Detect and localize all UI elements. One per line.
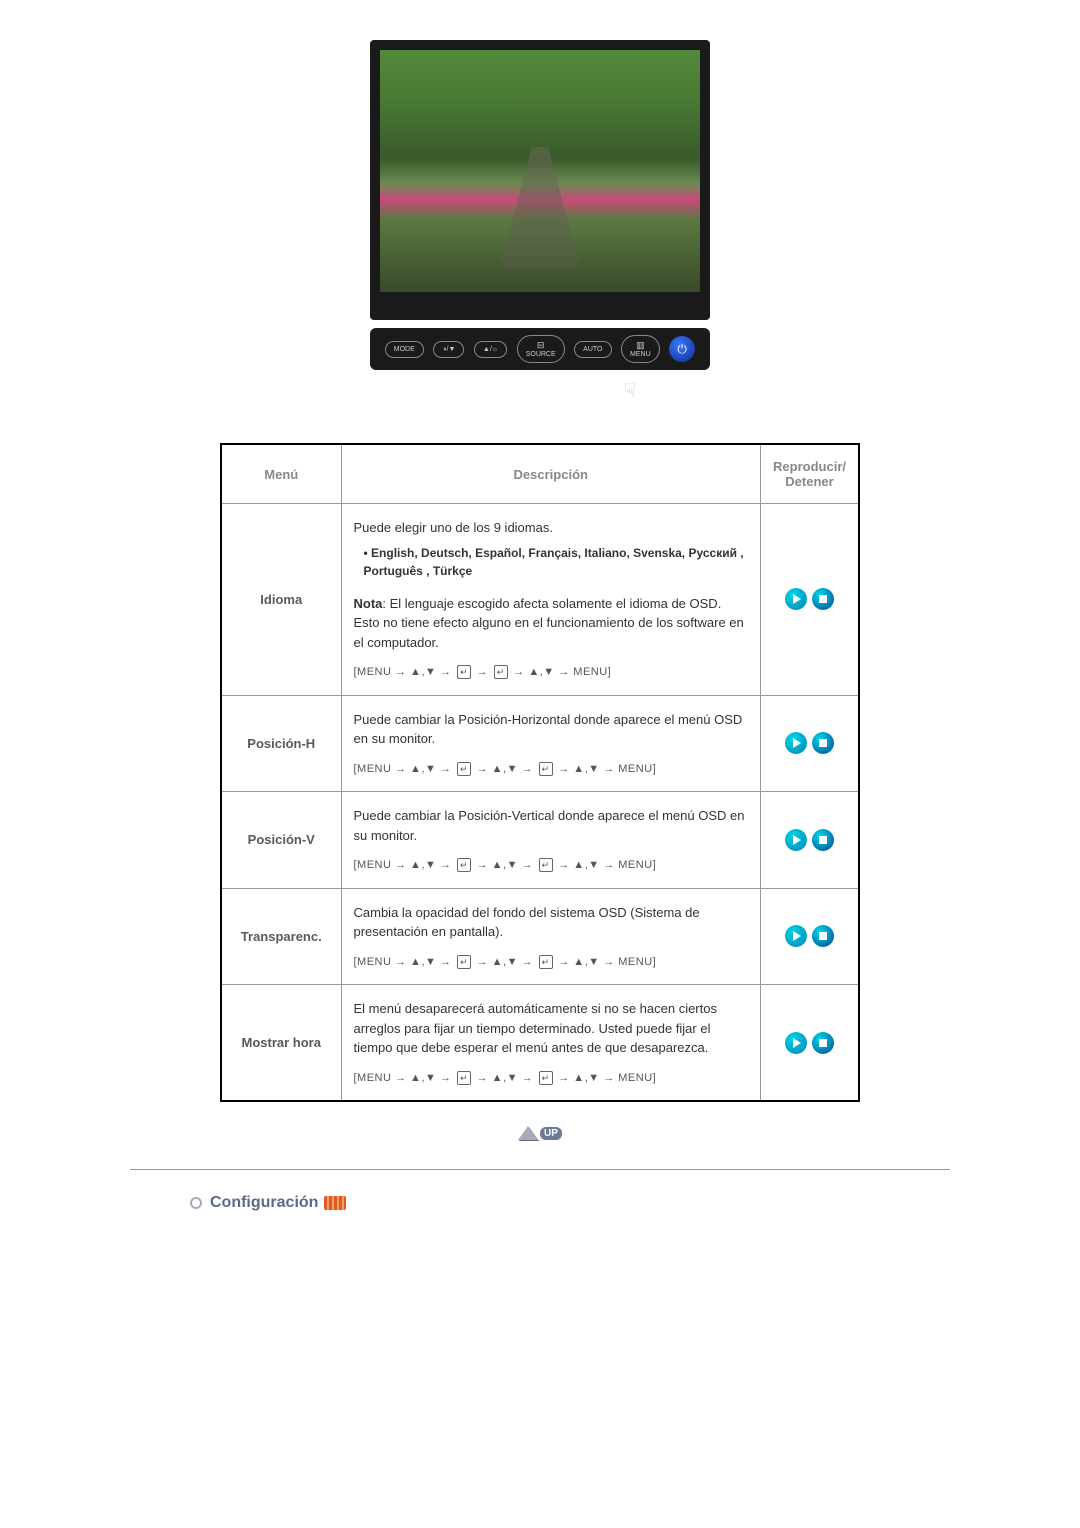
brightness-up-button[interactable]: ▲/☼ (474, 341, 507, 358)
transp-keyseq: [MENU → ▲,▼ → ↵ → ▲,▼ → ↵ → ▲,▼ → MENU] (354, 954, 749, 971)
idioma-note-label: Nota (354, 596, 383, 611)
stop-button[interactable] (812, 829, 834, 851)
enter-icon: ↵ (539, 762, 553, 776)
enter-icon: ↵ (457, 955, 471, 969)
section-heading: Configuración (190, 1194, 950, 1212)
mode-button[interactable]: MODE (385, 341, 424, 358)
sliders-icon (324, 1196, 346, 1210)
source-button[interactable]: ⊟ SOURCE (517, 335, 565, 363)
menu-button[interactable]: ▥ MENU (621, 335, 660, 363)
row-idioma-name: Idioma (221, 504, 341, 696)
row-posh-controls (761, 695, 859, 792)
enter-icon: ↵ (539, 1071, 553, 1085)
up-link[interactable]: UP (518, 1126, 562, 1140)
col-play: Reproducir/ Detener (761, 444, 859, 504)
table-row: Idioma Puede elegir uno de los 9 idiomas… (221, 504, 859, 696)
play-button[interactable] (785, 1032, 807, 1054)
play-button[interactable] (785, 588, 807, 610)
stop-button[interactable] (812, 1032, 834, 1054)
row-posv-name: Posición-V (221, 792, 341, 889)
table-row: Posición-H Puede cambiar la Posición-Hor… (221, 695, 859, 792)
auto-button[interactable]: AUTO (574, 341, 611, 358)
row-posh-name: Posición-H (221, 695, 341, 792)
power-icon: ⏻ (677, 342, 687, 357)
led-strip: LED (380, 296, 700, 316)
table-row: Posición-V Puede cambiar la Posición-Ver… (221, 792, 859, 889)
idioma-intro: Puede elegir uno de los 9 idiomas. (354, 518, 749, 538)
menu-label: MENU (630, 351, 651, 358)
enter-icon: ↵ (539, 955, 553, 969)
up-arrow-icon (518, 1126, 538, 1140)
enter-icon: ↵ (457, 858, 471, 872)
posh-text: Puede cambiar la Posición-Horizontal don… (354, 710, 749, 749)
up-label: UP (540, 1127, 562, 1140)
mostrar-keyseq: [MENU → ▲,▼ → ↵ → ▲,▼ → ↵ → ▲,▼ → MENU] (354, 1070, 749, 1087)
col-menu: Menú (221, 444, 341, 504)
divider (130, 1169, 950, 1170)
led-label: LED (388, 300, 404, 309)
posh-keyseq: [MENU → ▲,▼ → ↵ → ▲,▼ → ↵ → ▲,▼ → MENU] (354, 761, 749, 778)
idioma-keyseq: [MENU → ▲,▼ → ↵ → ↵ → ▲,▼ → MENU] (354, 664, 749, 681)
row-mostrar-desc: El menú desaparecerá automáticamente si … (341, 985, 761, 1102)
enter-icon: ↵ (457, 762, 471, 776)
row-transp-desc: Cambia la opacidad del fondo del sistema… (341, 888, 761, 985)
play-button[interactable] (785, 829, 807, 851)
source-icon: ⊟ (526, 340, 556, 351)
mostrar-text: El menú desaparecerá automáticamente si … (354, 999, 749, 1058)
row-idioma-controls (761, 504, 859, 696)
monitor-illustration: LED MODE ◑/▼ ▲/☼ ⊟ SOURCE AUTO ▥ MENU ⏻ (130, 40, 950, 403)
idioma-lang-list: English, Deutsch, Español, Français, Ita… (354, 544, 749, 580)
table-row: Mostrar hora El menú desaparecerá automá… (221, 985, 859, 1102)
enter-icon: ↵ (457, 1071, 471, 1085)
row-mostrar-controls (761, 985, 859, 1102)
menu-icon: ▥ (630, 340, 651, 351)
row-posv-desc: Puede cambiar la Posición-Vertical donde… (341, 792, 761, 889)
osd-menu-table: Menú Descripción Reproducir/ Detener Idi… (220, 443, 860, 1102)
bullet-icon (190, 1197, 202, 1209)
play-button[interactable] (785, 925, 807, 947)
row-posh-desc: Puede cambiar la Posición-Horizontal don… (341, 695, 761, 792)
monitor-button-bar: MODE ◑/▼ ▲/☼ ⊟ SOURCE AUTO ▥ MENU ⏻ (370, 328, 710, 370)
stop-button[interactable] (812, 732, 834, 754)
enter-icon: ↵ (457, 665, 471, 679)
play-button[interactable] (785, 732, 807, 754)
transp-text: Cambia la opacidad del fondo del sistema… (354, 903, 749, 942)
idioma-note-text: : El lenguaje escogido afecta solamente … (354, 596, 744, 650)
col-desc: Descripción (341, 444, 761, 504)
row-mostrar-name: Mostrar hora (221, 985, 341, 1102)
posv-text: Puede cambiar la Posición-Vertical donde… (354, 806, 749, 845)
section-title-text: Configuración (210, 1194, 318, 1212)
monitor-screen: LED (370, 40, 710, 320)
source-label: SOURCE (526, 351, 556, 358)
enter-icon: ↵ (494, 665, 508, 679)
contrast-down-button[interactable]: ◑/▼ (433, 341, 464, 358)
stop-button[interactable] (812, 588, 834, 610)
enter-icon: ↵ (539, 858, 553, 872)
row-transp-name: Transparenc. (221, 888, 341, 985)
row-transp-controls (761, 888, 859, 985)
table-row: Transparenc. Cambia la opacidad del fond… (221, 888, 859, 985)
posv-keyseq: [MENU → ▲,▼ → ↵ → ▲,▼ → ↵ → ▲,▼ → MENU] (354, 857, 749, 874)
row-idioma-desc: Puede elegir uno de los 9 idiomas. Engli… (341, 504, 761, 696)
pointer-hand-icon: ☟ (310, 378, 950, 403)
power-button[interactable]: ⏻ (669, 336, 695, 362)
stop-button[interactable] (812, 925, 834, 947)
row-posv-controls (761, 792, 859, 889)
